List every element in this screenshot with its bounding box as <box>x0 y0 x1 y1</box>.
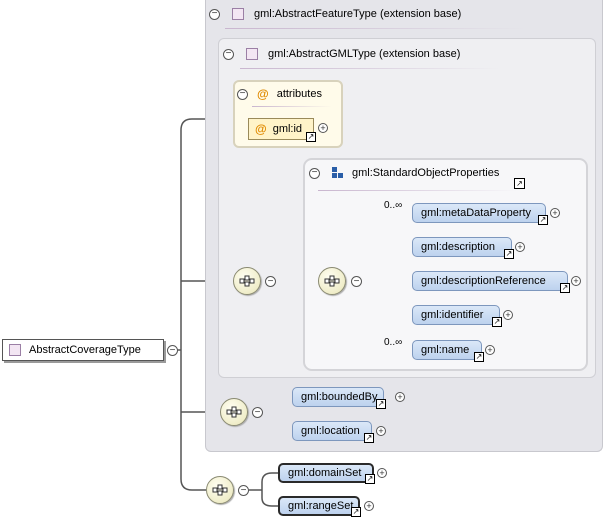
attributes-label: attributes <box>276 88 322 100</box>
reference-arrow-icon[interactable]: ↗ <box>504 249 514 259</box>
element-label: gml:domainSet <box>288 467 362 479</box>
abstract-feature-type-label: gml:AbstractFeatureType (extension base) <box>254 8 462 20</box>
reference-arrow-icon[interactable]: ↗ <box>376 399 386 409</box>
header-divider <box>252 106 332 107</box>
expand-icon[interactable]: + <box>485 345 495 355</box>
root-element-label: AbstractCoverageType <box>29 344 141 356</box>
element-label: gml:location <box>301 425 360 437</box>
reference-arrow-icon[interactable]: ↗ <box>492 317 502 327</box>
cardinality-label: 0..∞ <box>384 337 403 348</box>
complex-type-icon <box>232 8 244 20</box>
root-element-abstractcoveragetype[interactable]: AbstractCoverageType <box>2 339 164 361</box>
expand-icon[interactable]: + <box>364 501 374 511</box>
sequence-compositor-icon[interactable] <box>318 267 346 295</box>
expand-icon[interactable]: + <box>395 392 405 402</box>
reference-arrow-icon[interactable]: ↗ <box>306 132 316 142</box>
element-label: gml:boundedBy <box>301 391 378 403</box>
group-icon <box>332 167 344 179</box>
complex-type-icon <box>246 48 258 60</box>
element-gml-location[interactable]: gml:location ↗ <box>292 421 374 443</box>
element-label: gml:name <box>421 344 470 356</box>
standard-object-properties-header: − gml:StandardObjectProperties <box>309 167 499 179</box>
element-gml-metadataproperty[interactable]: gml:metaDataProperty ↗ <box>412 203 548 225</box>
attribute-icon: @ <box>255 122 267 136</box>
element-gml-identifier[interactable]: gml:identifier ↗ <box>412 305 502 327</box>
reference-arrow-icon[interactable]: ↗ <box>560 283 570 293</box>
sequence-glyph <box>212 484 228 496</box>
sequence-glyph <box>239 275 255 287</box>
attributes-header: − @ attributes <box>237 87 322 101</box>
abstract-gml-type-header: − gml:AbstractGMLType (extension base) <box>223 48 460 60</box>
header-divider <box>240 68 500 69</box>
element-gml-description[interactable]: gml:description ↗ <box>412 237 514 259</box>
expand-icon[interactable]: + <box>550 208 560 218</box>
expand-icon[interactable]: + <box>571 276 581 286</box>
sequence-compositor-icon[interactable] <box>220 398 248 426</box>
element-label: gml:identifier <box>421 309 484 321</box>
expand-icon[interactable]: + <box>515 242 525 252</box>
collapse-icon[interactable]: − <box>223 48 234 60</box>
reference-arrow-icon[interactable]: ↗ <box>474 352 484 362</box>
element-label: gml:metaDataProperty <box>421 207 532 219</box>
expand-icon[interactable]: + <box>503 310 513 320</box>
abstract-gml-type-label: gml:AbstractGMLType (extension base) <box>268 48 461 60</box>
cardinality-label: 0..∞ <box>384 200 403 211</box>
attribute-label: gml:id <box>272 123 303 135</box>
element-gml-domainset[interactable]: gml:domainSet ↗ <box>278 463 375 484</box>
element-label: gml:rangeSet <box>288 500 354 512</box>
reference-arrow-icon[interactable]: ↗ <box>514 178 525 189</box>
collapse-icon[interactable]: − <box>167 345 178 356</box>
reference-arrow-icon[interactable]: ↗ <box>351 507 361 517</box>
collapse-icon[interactable]: − <box>265 276 276 287</box>
sequence-compositor-icon[interactable] <box>206 476 234 504</box>
header-divider <box>225 28 525 29</box>
attribute-gml-id[interactable]: @ gml:id ↗ <box>248 118 316 142</box>
element-gml-name[interactable]: gml:name ↗ <box>412 340 484 362</box>
collapse-icon[interactable]: − <box>238 485 249 496</box>
sequence-glyph <box>324 275 340 287</box>
reference-arrow-icon[interactable]: ↗ <box>364 433 374 443</box>
sequence-glyph <box>226 406 242 418</box>
collapse-icon[interactable]: − <box>351 276 362 287</box>
collapse-icon[interactable]: − <box>237 88 248 100</box>
element-gml-rangeset[interactable]: gml:rangeSet ↗ <box>278 496 361 517</box>
element-label: gml:descriptionReference <box>421 275 546 287</box>
complex-type-icon <box>9 344 21 356</box>
element-gml-descriptionreference[interactable]: gml:descriptionReference ↗ <box>412 271 570 293</box>
reference-arrow-icon[interactable]: ↗ <box>365 474 375 484</box>
element-label: gml:description <box>421 241 495 253</box>
reference-arrow-icon[interactable]: ↗ <box>538 215 548 225</box>
expand-icon[interactable]: + <box>318 123 328 133</box>
abstract-feature-type-header: − gml:AbstractFeatureType (extension bas… <box>209 8 461 20</box>
collapse-icon[interactable]: − <box>252 407 263 418</box>
standard-object-properties-label: gml:StandardObjectProperties <box>352 167 500 179</box>
expand-icon[interactable]: + <box>376 426 386 436</box>
attribute-icon: @ <box>257 87 269 101</box>
collapse-icon[interactable]: − <box>309 167 320 179</box>
element-gml-boundedby[interactable]: gml:boundedBy ↗ <box>292 387 386 409</box>
header-divider <box>318 190 518 191</box>
expand-icon[interactable]: + <box>377 468 387 478</box>
collapse-icon[interactable]: − <box>209 8 220 20</box>
sequence-compositor-icon[interactable] <box>233 267 261 295</box>
